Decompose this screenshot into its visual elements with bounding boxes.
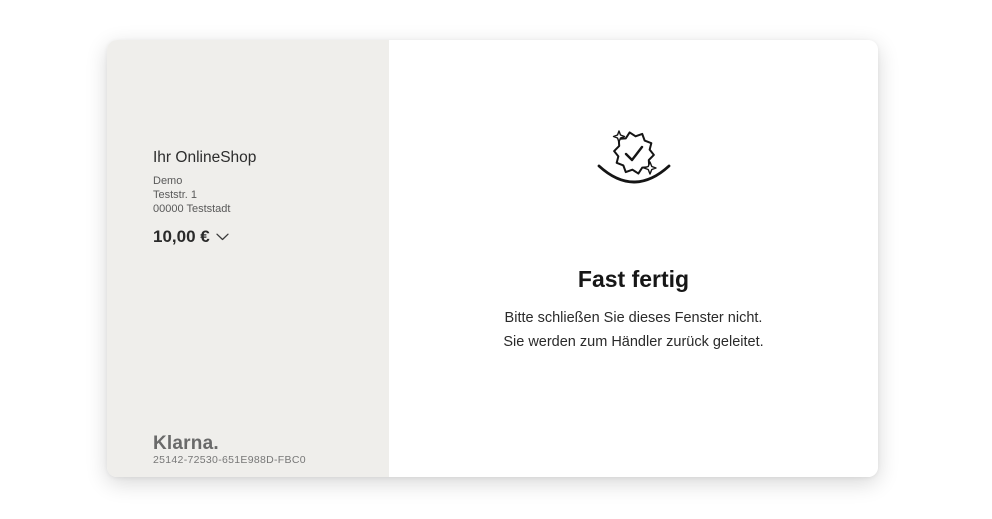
status-panel: Fast fertig Bitte schließen Sie dieses F… <box>389 40 878 477</box>
chevron-down-icon <box>216 233 229 241</box>
status-title: Fast fertig <box>577 266 690 292</box>
order-summary-sidebar: Ihr OnlineShop Demo Teststr. 1 00000 Tes… <box>107 40 389 477</box>
merchant-address: Demo Teststr. 1 00000 Teststadt <box>153 174 230 216</box>
session-id: 25142-72530-651E988D-FBC0 <box>153 454 306 466</box>
klarna-logo: Klarna. <box>153 433 219 454</box>
address-line: Demo <box>153 175 183 187</box>
order-amount: 10,00 € <box>153 227 210 246</box>
status-message-line: Bitte schließen Sie dieses Fenster nicht… <box>504 310 763 326</box>
merchant-name: Ihr OnlineShop <box>153 149 257 166</box>
status-message-line: Sie werden zum Händler zurück geleitet. <box>503 334 764 350</box>
verified-badge-icon <box>597 130 671 184</box>
address-line: 00000 Teststadt <box>153 203 231 215</box>
checkout-card: Ihr OnlineShop Demo Teststr. 1 00000 Tes… <box>107 40 878 477</box>
order-amount-toggle[interactable]: 10,00 € <box>153 227 229 247</box>
address-line: Teststr. 1 <box>153 189 198 201</box>
